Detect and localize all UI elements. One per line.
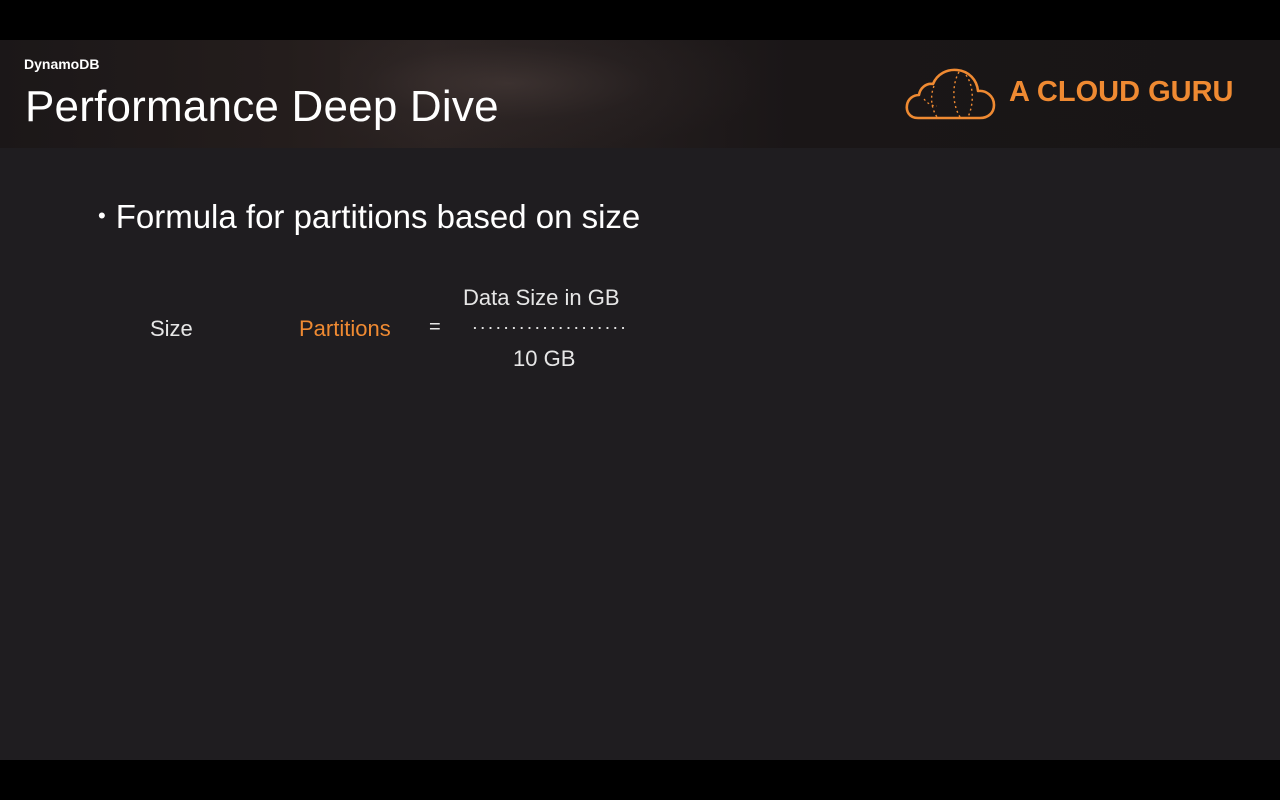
bullet-text: Formula for partitions based on size [115,198,641,235]
formula-denominator: 10 GB [513,346,576,371]
slide-header: DynamoDB Performance Deep Dive A CLOUD G… [0,40,1280,148]
formula-fraction-line [471,327,627,329]
slide-subtitle: DynamoDB [24,56,100,72]
formula-numerator: Data Size in GB [463,285,620,310]
formula-equals-sign: = [429,316,441,338]
brand-name: A CLOUD GURU [1009,76,1234,108]
slide: DynamoDB Performance Deep Dive A CLOUD G… [0,40,1280,760]
letterbox-top [0,0,1280,40]
letterbox-bottom [0,760,1280,800]
bullet-item: • Formula for partitions based on size [98,198,640,236]
brand-logo: A CLOUD GURU [904,66,1244,122]
formula-result: Partitions [299,316,391,341]
slide-title: Performance Deep Dive [25,82,499,131]
cloud-icon [905,68,996,120]
formula-label: Size [150,316,193,341]
bullet-dot-icon: • [98,203,106,228]
